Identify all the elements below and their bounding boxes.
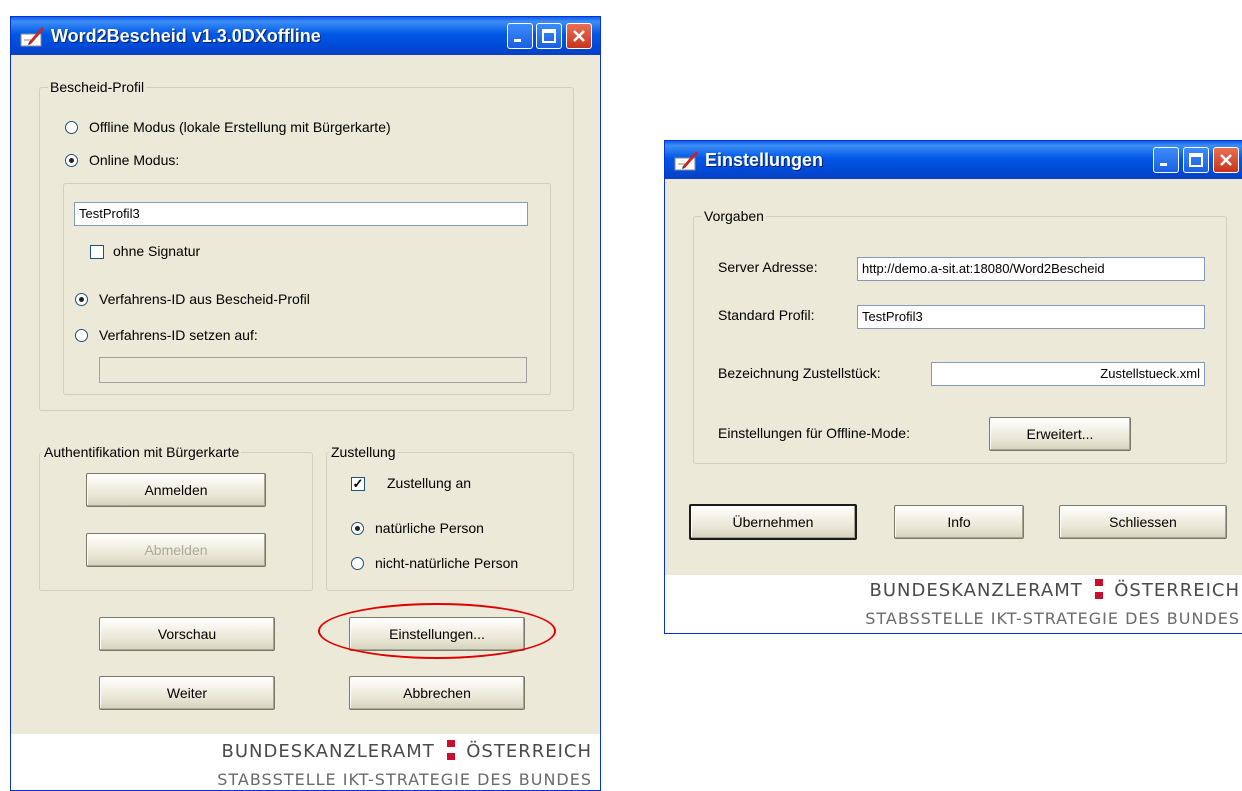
server-address-label: Server Adresse:	[718, 259, 818, 275]
apply-button[interactable]: Übernehmen	[689, 504, 857, 540]
settings-button[interactable]: Einstellungen...	[349, 617, 525, 651]
close-icon	[573, 30, 585, 42]
login-button[interactable]: Anmelden	[86, 473, 266, 507]
pen-document-icon	[20, 27, 44, 47]
verfahren-set-radio[interactable]	[75, 329, 88, 342]
main-title-bar[interactable]: Word2Bescheid v1.3.0DXoffline	[11, 17, 600, 55]
maximize-icon	[1189, 153, 1203, 167]
minimize-button[interactable]	[507, 23, 533, 49]
close-dialog-button[interactable]: Schliessen	[1059, 505, 1227, 539]
legal-person-radio[interactable]	[351, 557, 364, 570]
defaults-group-legend: Vorgaben	[702, 208, 766, 224]
standard-profile-label: Standard Profil:	[718, 307, 815, 323]
settings-footer: BUNDESKANZLERAMT ÖSTERREICH STABSSTELLE …	[665, 575, 1242, 633]
info-button[interactable]: Info	[894, 505, 1024, 539]
settings-close-button[interactable]	[1213, 147, 1239, 173]
cancel-button[interactable]: Abbrechen	[349, 676, 525, 710]
footer-subtitle: STABSSTELLE IKT-STRATEGIE DES BUNDES	[217, 770, 592, 789]
verfahren-set-label[interactable]: Verfahrens-ID setzen auf:	[99, 327, 258, 343]
close-button[interactable]	[566, 23, 592, 49]
main-window: Word2Bescheid v1.3.0DXoffline Bescheid-P…	[10, 16, 601, 791]
settings-footer-brand-right: ÖSTERREICH	[1114, 580, 1240, 601]
online-mode-label[interactable]: Online Modus:	[89, 152, 179, 168]
advanced-button[interactable]: Erweitert...	[989, 417, 1131, 451]
footer-brand-right: ÖSTERREICH	[466, 741, 592, 762]
standard-profile-input[interactable]: TestProfil3	[857, 305, 1205, 329]
delivery-name-label: Bezeichnung Zustellstück:	[718, 365, 881, 381]
offline-mode-label[interactable]: Offline Modus (lokale Erstellung mit Bür…	[89, 119, 391, 135]
next-button[interactable]: Weiter	[99, 676, 275, 710]
no-signature-label[interactable]: ohne Signatur	[113, 243, 200, 259]
main-footer: BUNDESKANZLERAMT ÖSTERREICH STABSSTELLE …	[11, 734, 600, 790]
delivery-group-legend: Zustellung	[329, 444, 398, 460]
austria-flag-icon	[1094, 579, 1103, 599]
maximize-icon	[542, 29, 556, 43]
profile-group-legend: Bescheid-Profil	[48, 79, 147, 95]
legal-person-label[interactable]: nicht-natürliche Person	[375, 555, 518, 571]
settings-maximize-button[interactable]	[1183, 147, 1209, 173]
logout-button[interactable]: Abmelden	[86, 533, 266, 567]
verfahren-id-input[interactable]	[99, 357, 527, 383]
auth-group-legend: Authentifikation mit Bürgerkarte	[42, 444, 242, 460]
settings-window-title: Einstellungen	[705, 150, 824, 170]
settings-title-bar[interactable]: Einstellungen	[665, 141, 1242, 179]
close-icon	[1220, 154, 1232, 166]
settings-footer-brand-left: BUNDESKANZLERAMT	[869, 580, 1083, 601]
austria-flag-icon	[446, 740, 455, 760]
offline-mode-radio[interactable]	[65, 121, 78, 134]
main-window-title: Word2Bescheid v1.3.0DXoffline	[51, 26, 321, 46]
natural-person-radio[interactable]	[351, 522, 364, 535]
maximize-button[interactable]	[536, 23, 562, 49]
delivery-on-label[interactable]: Zustellung an	[387, 475, 471, 491]
verfahren-from-profile-label[interactable]: Verfahrens-ID aus Bescheid-Profil	[99, 291, 310, 307]
server-address-input[interactable]: http://demo.a-sit.at:18080/Word2Bescheid	[857, 257, 1205, 281]
pen-document-icon	[674, 151, 698, 171]
no-signature-checkbox[interactable]	[90, 245, 104, 259]
preview-button[interactable]: Vorschau	[99, 617, 275, 651]
natural-person-label[interactable]: natürliche Person	[375, 520, 484, 536]
settings-minimize-button[interactable]	[1153, 147, 1179, 173]
offline-settings-label: Einstellungen für Offline-Mode:	[718, 425, 910, 441]
minimize-icon	[514, 39, 521, 42]
delivery-name-input[interactable]: Zustellstueck.xml	[931, 362, 1205, 386]
settings-window: Einstellungen Vorgaben Server Adresse: h…	[664, 140, 1242, 634]
profile-name-input[interactable]: TestProfil3	[74, 202, 528, 226]
footer-brand-line: BUNDESKANZLERAMT ÖSTERREICH	[222, 740, 593, 762]
settings-footer-brand-line: BUNDESKANZLERAMT ÖSTERREICH	[870, 579, 1241, 601]
minimize-icon	[1160, 163, 1167, 166]
online-mode-radio[interactable]	[65, 154, 78, 167]
delivery-on-checkbox[interactable]: ✓	[351, 477, 365, 491]
settings-footer-subtitle: STABSSTELLE IKT-STRATEGIE DES BUNDES	[865, 609, 1240, 628]
verfahren-from-profile-radio[interactable]	[75, 293, 88, 306]
footer-brand-left: BUNDESKANZLERAMT	[221, 741, 435, 762]
